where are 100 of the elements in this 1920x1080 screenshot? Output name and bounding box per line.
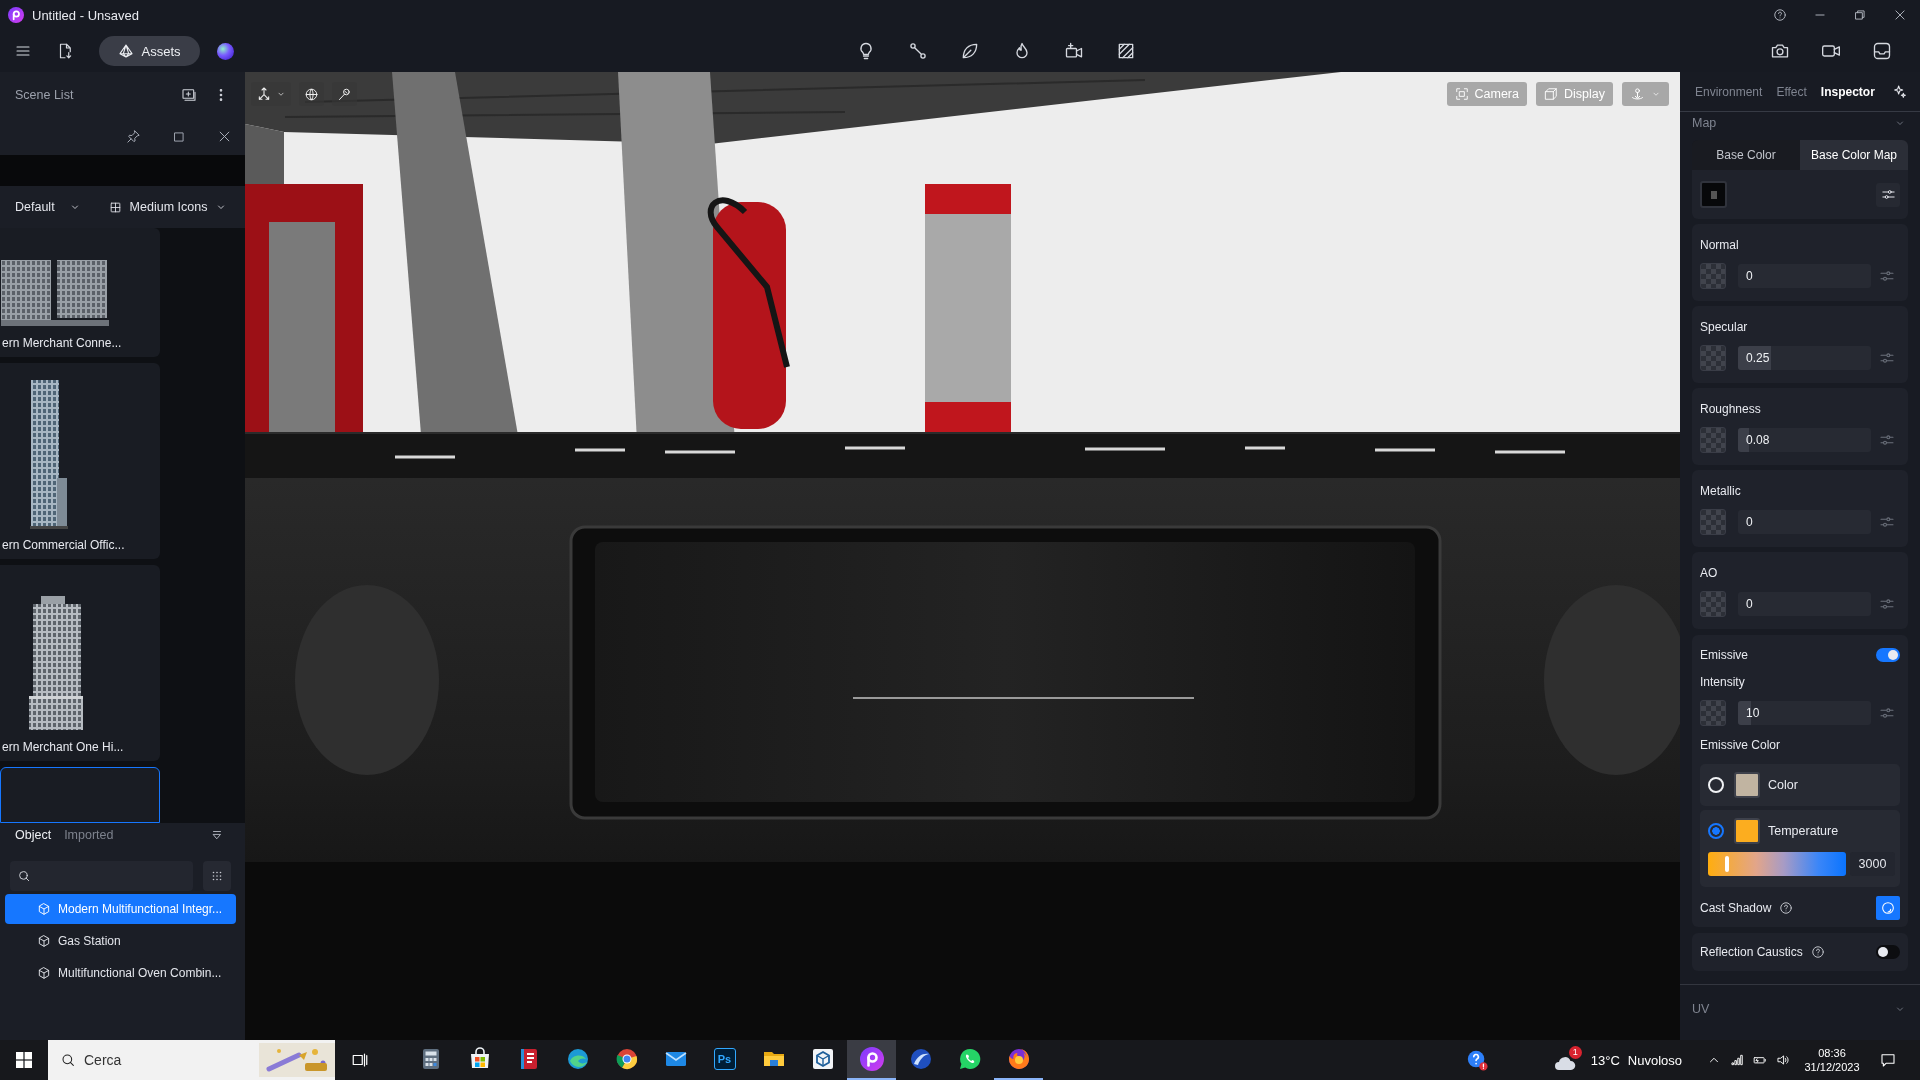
panel-tab[interactable]: Imported	[64, 828, 114, 842]
clock-date[interactable]: 31/12/2023	[1804, 1060, 1860, 1074]
panel-tab[interactable]: Environment	[1695, 84, 1763, 99]
sliders-icon	[1880, 187, 1896, 202]
chat-bubble-icon	[957, 1047, 982, 1071]
asset-card[interactable]	[0, 767, 160, 823]
asset-card[interactable]: ern Merchant Conne...	[0, 228, 160, 357]
property-label: Roughness	[1700, 401, 1762, 417]
value-field[interactable]: 0	[1738, 510, 1871, 534]
app-logo-icon	[859, 1047, 884, 1071]
restore-icon[interactable]	[1853, 8, 1867, 22]
color-swatch[interactable]	[1734, 818, 1760, 844]
notification-icon[interactable]	[1880, 1052, 1896, 1068]
sliders-icon[interactable]	[1879, 514, 1895, 530]
tree-item[interactable]: Multifunctional Oven Combin...	[5, 958, 236, 988]
asset-card[interactable]: ern Merchant One Hi...	[0, 565, 160, 761]
node-link-icon[interactable]	[908, 41, 928, 61]
menu-icon[interactable]	[15, 43, 31, 59]
hatched-square-icon[interactable]	[1116, 41, 1136, 61]
property-label: Cast Shadow	[1700, 901, 1772, 915]
search-icon	[60, 1052, 76, 1068]
gem-icon	[118, 43, 135, 59]
map-tab[interactable]: Base Color Map	[1800, 140, 1908, 170]
panel-tab[interactable]: Effect	[1776, 84, 1807, 99]
tree-item[interactable]: Modern Multifunctional Integr...	[5, 894, 236, 924]
dots-grid-icon	[210, 869, 224, 883]
texture-thumbnail[interactable]	[1700, 181, 1727, 208]
focus-frame-icon	[1454, 87, 1469, 101]
view-dropdown[interactable]: Medium Icons	[108, 200, 228, 214]
sliders-icon[interactable]	[1879, 596, 1895, 612]
help-icon[interactable]	[1465, 1049, 1488, 1071]
property-label: Specular	[1700, 319, 1749, 335]
value-field[interactable]: 0	[1738, 264, 1871, 288]
temperature-slider[interactable]	[1708, 852, 1846, 876]
search-field[interactable]	[10, 861, 193, 891]
value-field[interactable]: 0.25	[1738, 346, 1871, 370]
panel-tab[interactable]: Inspector	[1820, 84, 1875, 99]
panel-tab[interactable]: Object	[15, 828, 52, 842]
flame-circle-icon	[1006, 1047, 1031, 1071]
option-card[interactable]: Color	[1700, 764, 1900, 806]
filter-icon[interactable]	[210, 828, 224, 842]
search-highlight-icon	[259, 1043, 335, 1077]
clock-time[interactable]: 08:36	[1818, 1046, 1846, 1060]
adjust-button[interactable]	[1876, 182, 1900, 207]
search-input[interactable]: Cerca	[84, 1052, 224, 1068]
task-view-icon[interactable]	[350, 1051, 369, 1069]
window-title: Untitled - Unsaved	[32, 7, 139, 23]
tree-item[interactable]: Gas Station	[5, 926, 236, 956]
taskbar-app-button[interactable]	[847, 1040, 896, 1080]
filter-dropdown[interactable]: Default	[15, 200, 81, 214]
assets-button[interactable]: Assets	[99, 36, 200, 66]
network-icon[interactable]	[1730, 1053, 1744, 1067]
value-field[interactable]: 0	[1738, 592, 1871, 616]
radio-button[interactable]	[1708, 823, 1724, 839]
axes-icon	[256, 86, 272, 102]
slider-thumb[interactable]	[1725, 856, 1730, 872]
sliders-icon[interactable]	[1879, 705, 1895, 721]
cube-icon	[37, 902, 51, 916]
four-squares-icon[interactable]	[16, 1052, 32, 1068]
close-icon[interactable]	[217, 129, 232, 144]
search-icon	[17, 869, 31, 883]
property-label: Reflection Caustics	[1700, 945, 1803, 959]
pin-icon[interactable]	[126, 129, 141, 144]
close-icon[interactable]	[1893, 8, 1907, 22]
sliders-icon[interactable]	[1879, 268, 1895, 284]
help-icon[interactable]	[1779, 901, 1794, 915]
inbox-tray-icon[interactable]	[1872, 41, 1892, 61]
value-field[interactable]: 0.08	[1738, 428, 1871, 452]
shadow-toggle-button[interactable]	[1876, 896, 1900, 920]
maximize-icon[interactable]	[172, 129, 186, 144]
asset-label: ern Merchant Conne...	[1, 336, 123, 352]
speaker-icon[interactable]	[1776, 1053, 1790, 1067]
sparkle-icon[interactable]	[1892, 83, 1908, 100]
sliders-icon[interactable]	[1879, 432, 1895, 448]
arc-circle-icon	[908, 1047, 933, 1071]
value-field[interactable]: 10	[1738, 701, 1871, 725]
asset-card[interactable]: ern Commercial Offic...	[0, 363, 160, 559]
toggle-switch[interactable]	[1876, 945, 1900, 959]
add-camera-icon[interactable]	[1064, 41, 1084, 61]
taskbar-app-button[interactable]: Ps	[700, 1040, 749, 1080]
notification-badge: 1	[1568, 1046, 1582, 1059]
cube-icon	[37, 934, 51, 948]
property-label: Normal	[1700, 237, 1740, 253]
help-icon[interactable]	[1810, 945, 1825, 959]
option-card[interactable]: Temperature 3000	[1700, 810, 1900, 887]
color-swatch[interactable]	[1734, 772, 1760, 798]
temperature-field[interactable]: 3000	[1850, 852, 1895, 876]
toggle-switch[interactable]	[1876, 648, 1900, 662]
section-title: UV	[1692, 1002, 1710, 1016]
weather-temperature: 13°C	[1590, 1052, 1620, 1068]
cube-icon	[37, 966, 51, 980]
help-icon[interactable]	[1773, 8, 1787, 22]
panel-title: Scene List	[15, 88, 74, 102]
orb-icon[interactable]	[217, 42, 234, 60]
add-scene-icon[interactable]	[181, 87, 197, 103]
taskbar-search-box[interactable]: Cerca	[48, 1040, 335, 1080]
person-pin-icon	[1630, 86, 1645, 102]
sliders-icon[interactable]	[1879, 350, 1895, 366]
lettered-app-icon: Ps	[713, 1048, 736, 1070]
leaf-icon[interactable]	[960, 41, 980, 61]
